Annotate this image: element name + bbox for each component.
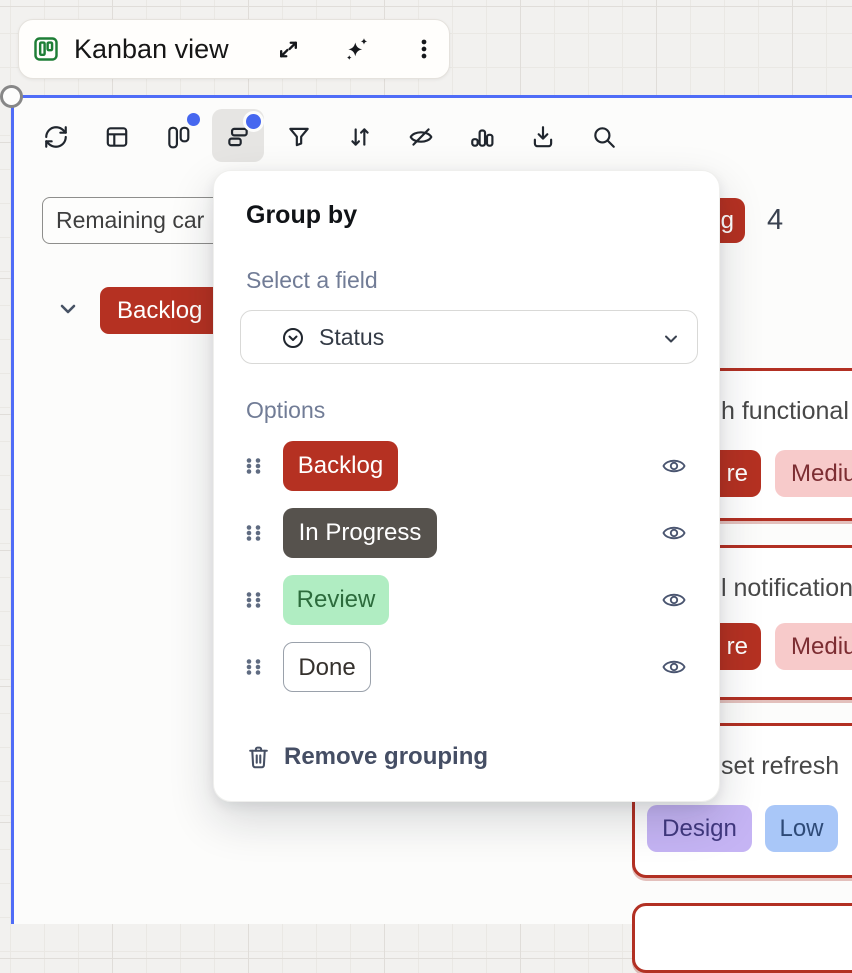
expand-icon — [275, 36, 302, 63]
option-row: In Progress — [214, 508, 719, 558]
drag-handle-icon[interactable] — [246, 458, 261, 474]
drag-handle-icon[interactable] — [246, 525, 261, 541]
group-notification-dot — [243, 111, 264, 132]
sparkle-icon — [342, 35, 371, 64]
chart-icon[interactable] — [469, 124, 495, 150]
hide-fields-icon[interactable] — [408, 124, 434, 150]
card-title: set refresh — [721, 752, 839, 781]
field-select-value: Status — [319, 324, 384, 351]
column-card-count: 4 — [767, 204, 783, 237]
remove-grouping-button[interactable]: Remove grouping — [246, 743, 488, 771]
option-badge[interactable]: Review — [283, 575, 389, 625]
kanban-card[interactable] — [632, 903, 852, 973]
option-row: Backlog — [214, 441, 719, 491]
more-menu-button[interactable] — [391, 20, 457, 78]
card-tag: Low — [765, 805, 838, 852]
more-vertical-icon — [411, 36, 437, 62]
option-badge[interactable]: In Progress — [283, 508, 437, 558]
group-header-badge[interactable]: Backlog — [100, 287, 228, 334]
view-title: Kanban view — [74, 34, 229, 65]
sort-icon[interactable] — [347, 124, 373, 150]
kanban-logo-icon — [32, 35, 60, 63]
chevron-down-icon — [661, 329, 681, 349]
card-title: h functional — [721, 397, 849, 426]
card-tag: Medium — [775, 450, 852, 497]
card-tag: Medium — [775, 623, 852, 670]
card-tag: Design — [647, 805, 752, 852]
drag-handle-icon[interactable] — [246, 659, 261, 675]
field-section-label: Select a field — [246, 267, 378, 294]
card-title: l notification — [721, 574, 852, 603]
option-row: Done — [214, 642, 719, 692]
selection-resize-handle[interactable] — [0, 85, 23, 108]
option-badge[interactable]: Backlog — [283, 441, 398, 491]
kanban-notification-dot — [184, 110, 203, 129]
eye-icon[interactable] — [662, 522, 686, 544]
kanban-columns-icon[interactable] — [165, 124, 191, 150]
refresh-icon[interactable] — [43, 124, 69, 150]
selection-frame-top — [13, 95, 852, 98]
kanban-view-button[interactable]: Kanban view — [19, 20, 255, 78]
eye-icon[interactable] — [662, 455, 686, 477]
group-by-popup: Group by Select a field Status Options B… — [213, 170, 720, 802]
options-section-label: Options — [246, 397, 325, 424]
floating-toolbar: Kanban view — [18, 19, 450, 79]
eye-icon[interactable] — [662, 589, 686, 611]
search-icon[interactable] — [591, 124, 617, 150]
option-row: Review — [214, 575, 719, 625]
download-icon[interactable] — [530, 124, 556, 150]
selection-frame-left — [11, 95, 14, 924]
trash-icon — [246, 744, 271, 771]
panel-layout-icon[interactable] — [104, 124, 130, 150]
eye-icon[interactable] — [662, 656, 686, 678]
expand-button[interactable] — [255, 20, 322, 78]
ai-button[interactable] — [322, 20, 391, 78]
filter-icon[interactable] — [286, 124, 312, 150]
option-badge[interactable]: Done — [283, 642, 371, 692]
remove-grouping-label: Remove grouping — [284, 743, 488, 771]
field-select[interactable]: Status — [240, 310, 698, 364]
popup-title: Group by — [246, 201, 357, 230]
drag-handle-icon[interactable] — [246, 592, 261, 608]
group-collapse-chevron-icon[interactable] — [56, 297, 80, 321]
status-field-icon — [281, 326, 305, 350]
